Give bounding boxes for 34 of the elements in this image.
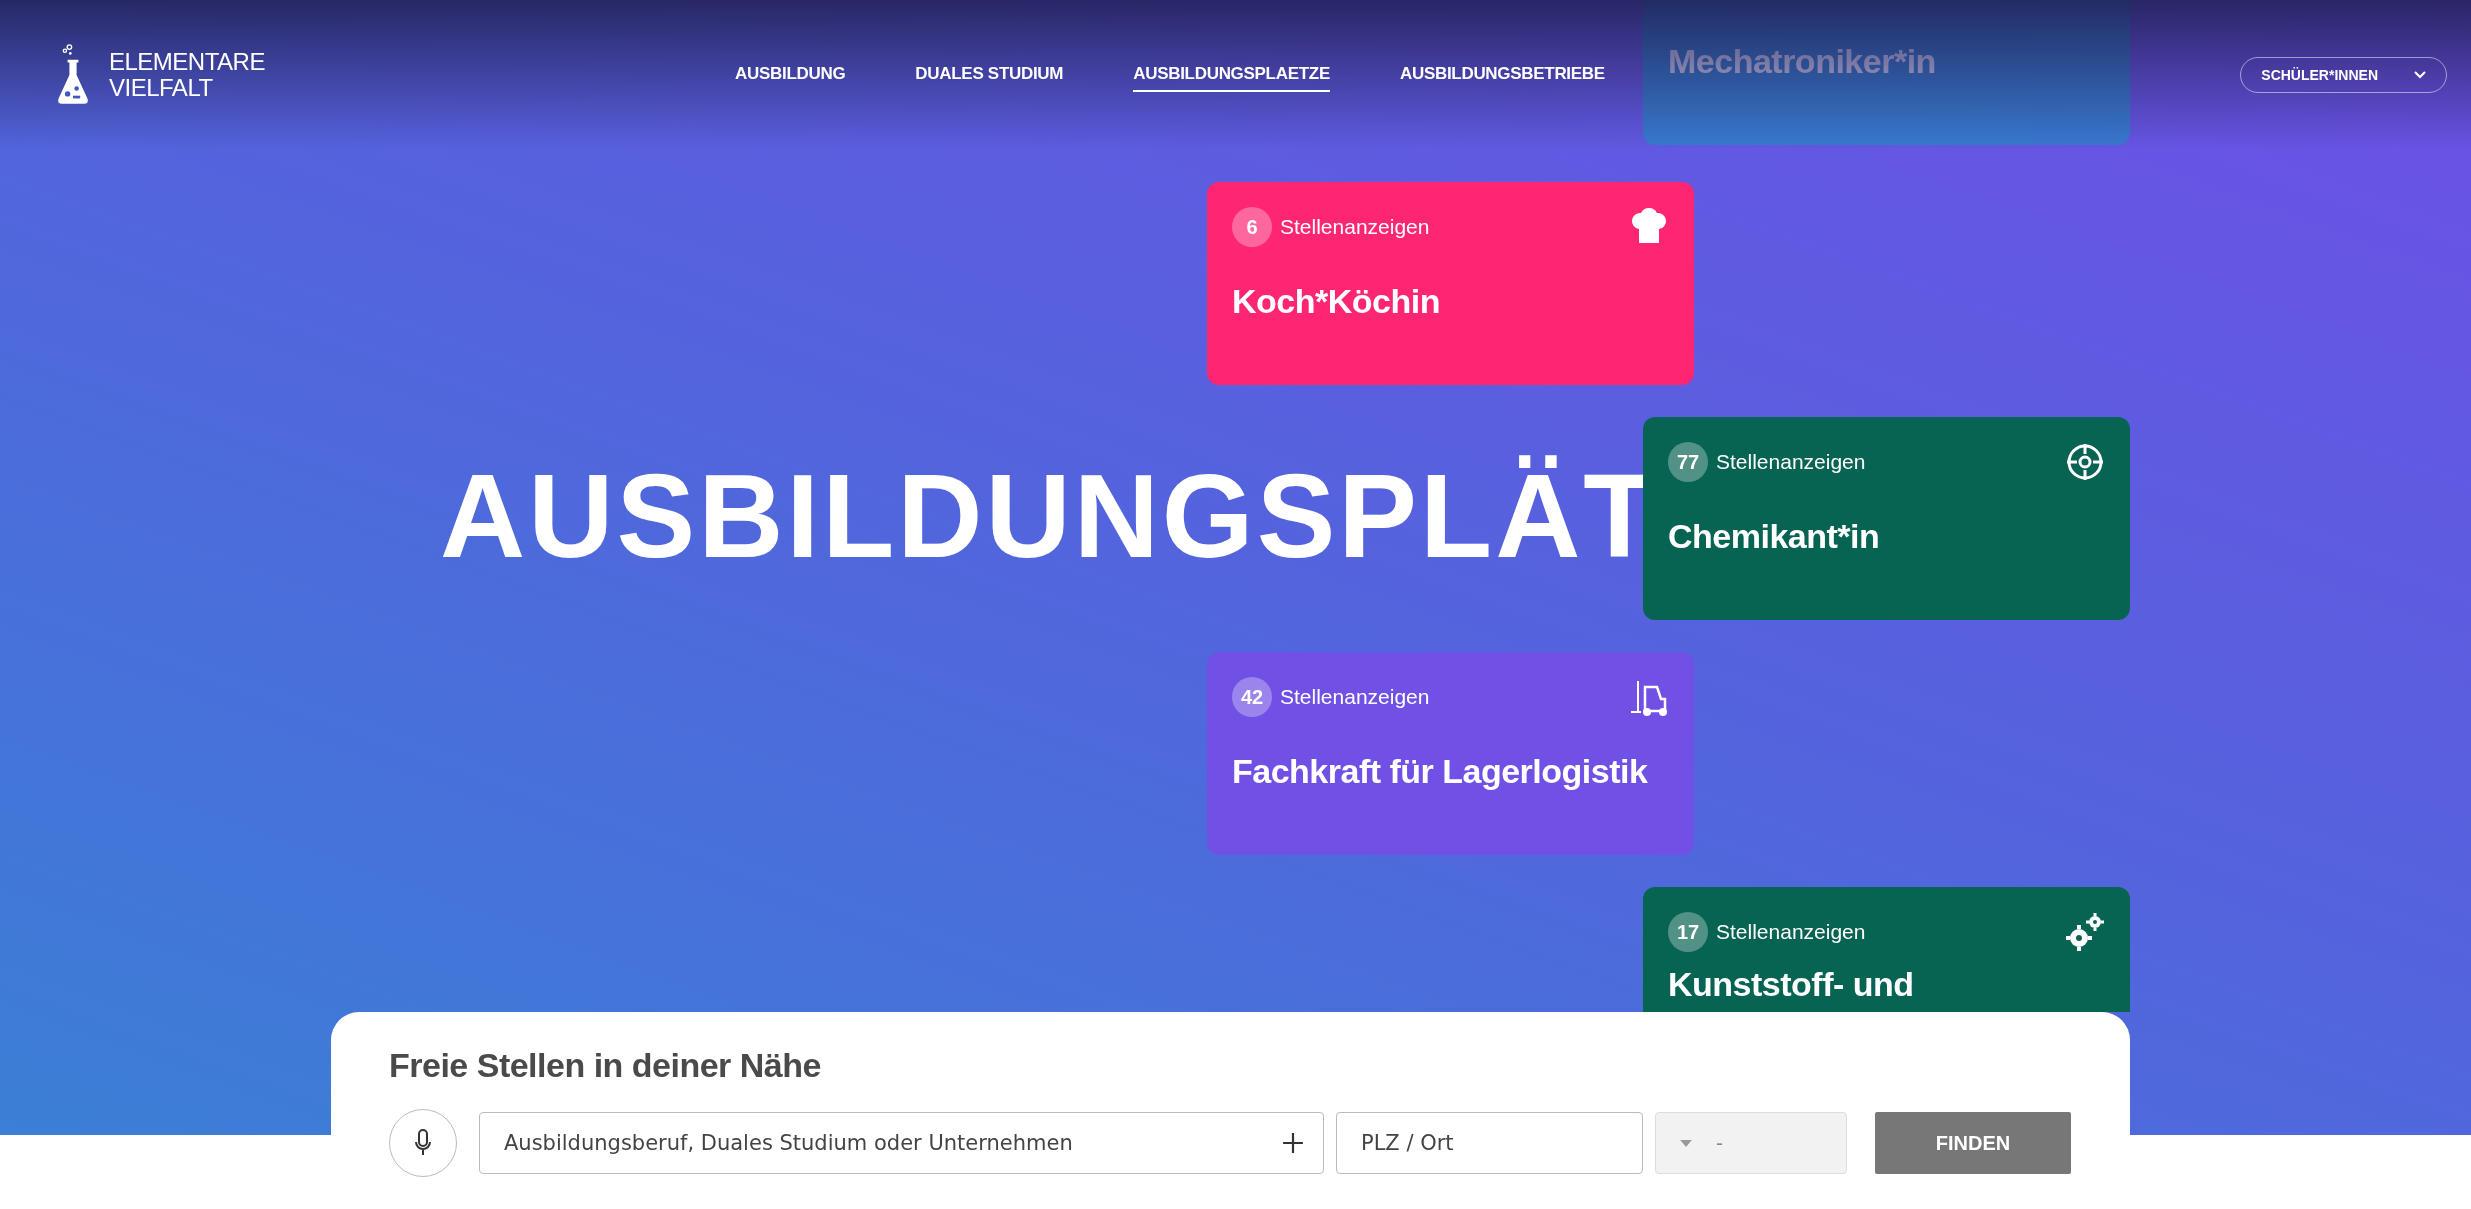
microphone-icon <box>413 1128 433 1158</box>
job-title: Chemikant*in <box>1668 517 1881 556</box>
flask-logo-icon[interactable] <box>55 43 91 107</box>
job-title: Koch*Köchin <box>1232 282 1441 321</box>
job-title: Fachkraft für Lagerlogistik <box>1232 752 1649 791</box>
job-count: 77 <box>1668 442 1708 482</box>
job-count-label: Stellenanzeigen <box>1716 450 1866 474</box>
job-count: 6 <box>1232 207 1272 247</box>
nav-link[interactable]: DUALES STUDIUM <box>915 58 1064 92</box>
job-count-label: Stellenanzeigen <box>1280 215 1430 239</box>
nav-link[interactable]: AUSBILDUNGSPLAETZE <box>1133 58 1330 92</box>
nav-link[interactable]: AUSBILDUNGSBETRIEBE <box>1399 58 1605 92</box>
target-icon <box>2065 442 2105 482</box>
caret-icon <box>1680 1139 1692 1147</box>
brand-name: VIELFALT <box>109 75 214 101</box>
job-card[interactable]: 77 Stellenanzeigen Chemikant*in <box>1643 417 2130 620</box>
brand-name: ELEMENTARE <box>109 49 265 75</box>
job-count-label: Stellenanzeigen <box>1716 920 1866 944</box>
search-field[interactable]: Ausbildungsberuf, Duales Studium oder Unternehmen <box>479 1112 1324 1174</box>
chevron-down-icon <box>2414 71 2426 79</box>
search-title: Freie Stellen in deiner Nähe <box>389 1046 822 1085</box>
job-card[interactable]: 42 Stellenanzeigen Fachkraft für Lagerlogistik <box>1207 652 1694 855</box>
nav-link[interactable]: AUSBILDUNG <box>735 58 846 92</box>
find-button[interactable]: FINDEN <box>1875 1112 2071 1174</box>
gears-icon <box>2065 912 2105 952</box>
job-title: Kunststoff- und <box>1668 965 1915 1004</box>
job-count: 17 <box>1668 912 1708 952</box>
location-field[interactable]: PLZ / Ort <box>1336 1112 1643 1174</box>
job-card[interactable]: 6 Stellenanzeigen Koch*Köchin <box>1207 182 1694 385</box>
plus-icon[interactable] <box>1282 1132 1304 1154</box>
job-count: 42 <box>1232 677 1272 717</box>
job-count-label: Stellenanzeigen <box>1280 685 1430 709</box>
job-title: Mechatroniker*in <box>1668 42 1937 81</box>
job-card[interactable]: 17 Stellenanzeigen Kunststoff- und <box>1643 887 2130 1012</box>
